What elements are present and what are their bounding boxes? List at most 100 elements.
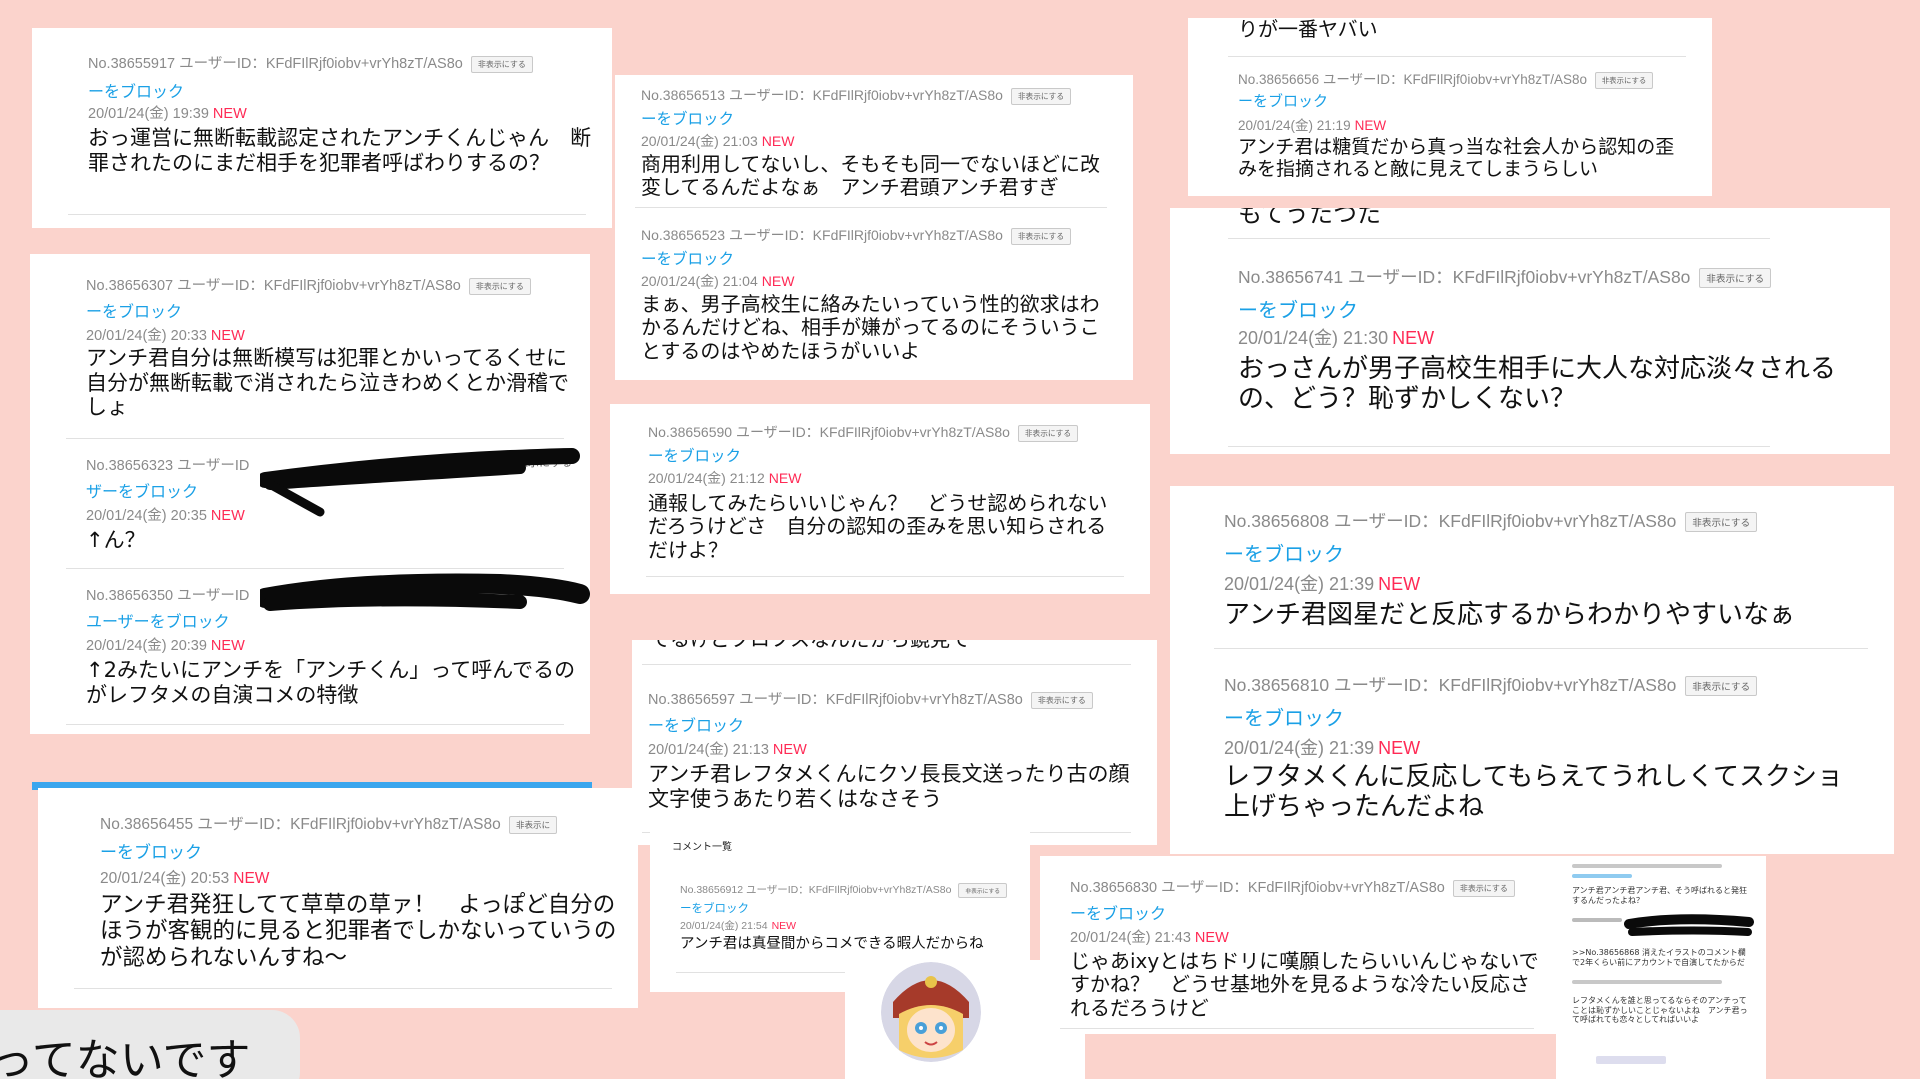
- comment-meta-text: No.38656830 ユーザーID：KFdFIlRjf0iobv+vrYh8z…: [1070, 880, 1445, 896]
- hide-button[interactable]: 非表示にする: [1685, 676, 1758, 697]
- comment-meta: No.38656656 ユーザーID：KFdFIlRjf0iobv+vrYh8z…: [1238, 68, 1654, 89]
- comment-body: アンチ君自分は無断模写は犯罪とかいってるくせに自分が無断転載で消されたら泣きわめ…: [86, 346, 569, 420]
- comment-meta-text: No.38656590 ユーザーID：KFdFIlRjf0iobv+vrYh8z…: [648, 424, 1010, 440]
- hide-button[interactable]: 非表示にする: [506, 454, 572, 470]
- block-user-link[interactable]: ーをブロック: [1238, 90, 1328, 111]
- mini-comment-text: >>No.38656868 消えたイラストのコメント欄で2年くらい前にアカウント…: [1572, 948, 1746, 967]
- block-user-link[interactable]: ザーをブロック: [86, 478, 198, 502]
- block-user-link[interactable]: ーをブロック: [641, 107, 734, 129]
- comment-divider: [1060, 1028, 1534, 1029]
- comment-date-text: 20/01/24(金) 19:39: [88, 106, 209, 122]
- comment-date: 20/01/24(金) 20:39 NEW: [86, 634, 245, 655]
- new-badge: NEW: [233, 870, 270, 887]
- comment-meta-text: No.38656810 ユーザーID：KFdFIlRjf0iobv+vrYh8z…: [1224, 675, 1677, 695]
- comment-meta-text: No.38656597 ユーザーID：KFdFIlRjf0iobv+vrYh8z…: [648, 692, 1023, 708]
- comment-divider: [74, 988, 612, 989]
- chat-bubble: ってないです: [0, 1010, 300, 1079]
- comment-card-e: No.38656590 ユーザーID：KFdFIlRjf0iobv+vrYh8z…: [610, 404, 1150, 594]
- avatar-illustration: [881, 962, 981, 1062]
- redaction-scribble: [1624, 914, 1754, 936]
- block-user-link[interactable]: ーをブロック: [680, 900, 749, 916]
- comment-meta: No.38656590 ユーザーID：KFdFIlRjf0iobv+vrYh8z…: [648, 422, 1079, 442]
- hide-button[interactable]: 非表示にする: [1594, 71, 1654, 89]
- new-badge: NEW: [761, 133, 795, 149]
- comment-body: ↑2みたいにアンチを「アンチくん」って呼んでるのがレフタメの自演コメの特徴: [86, 658, 576, 707]
- comment-meta-text: No.38656307 ユーザーID：KFdFIlRjf0iobv+vrYh8z…: [86, 278, 461, 294]
- new-badge: NEW: [1378, 738, 1421, 758]
- new-badge: NEW: [1392, 328, 1435, 348]
- comment-date: 20/01/24(金) 21:03 NEW: [641, 131, 794, 151]
- comment-date: 20/01/24(金) 19:39 NEW: [88, 102, 247, 123]
- comment-body: レフタメくんに反応してもらえてうれしくてスクショ上げちゃったんだよね: [1224, 762, 1844, 823]
- new-badge: NEW: [212, 106, 247, 122]
- comment-meta-text: No.38656455 ユーザーID：KFdFIlRjf0iobv+vrYh8z…: [100, 816, 501, 833]
- new-badge: NEW: [761, 273, 795, 289]
- comment-body: アンチ君発狂してて草草の草ァ！ よっぽど自分のほうが客観的に見ると犯罪者でしかな…: [100, 892, 617, 971]
- block-user-link[interactable]: ーをブロック: [100, 838, 202, 863]
- comment-meta: No.38656808 ユーザーID：KFdFIlRjf0iobv+vrYh8z…: [1224, 508, 1758, 533]
- mini-meta: [1572, 918, 1622, 922]
- comment-meta: No.38656350 ユーザーID: [86, 584, 249, 605]
- new-badge: NEW: [210, 328, 245, 344]
- hide-button[interactable]: 非表示にする: [1699, 268, 1772, 289]
- comment-body: 通報してみたらいいじゃん？ どうせ認められないだろうけどさ 自分の認知の歪みを思…: [648, 491, 1108, 562]
- hide-button[interactable]: 非表示にする: [1030, 691, 1093, 709]
- comment-divider: [1214, 648, 1868, 649]
- comment-date: 20/01/24(金) 21:43 NEW: [1070, 926, 1229, 947]
- comment-meta: No.38656741 ユーザーID：KFdFIlRjf0iobv+vrYh8z…: [1238, 264, 1772, 289]
- block-user-link[interactable]: ーをブロック: [1224, 538, 1344, 567]
- block-user-link[interactable]: ーをブロック: [1238, 294, 1358, 323]
- new-badge: NEW: [210, 638, 245, 654]
- comment-meta-text: No.38656808 ユーザーID：KFdFIlRjf0iobv+vrYh8z…: [1224, 511, 1677, 531]
- comment-date-text: 20/01/24(金) 21:19: [1238, 118, 1351, 133]
- comment-date: 20/01/24(金) 21:39 NEW: [1224, 570, 1420, 596]
- comment-meta: No.38656523 ユーザーID：KFdFIlRjf0iobv+vrYh8z…: [641, 225, 1072, 245]
- comment-date-text: 20/01/24(金) 21:39: [1224, 574, 1375, 594]
- comment-body: おっさんが男子高校生相手に大人な対応淡々されるの、どう？恥ずかしくない？: [1238, 354, 1837, 415]
- comment-meta-text: No.38656912 ユーザーID：KFdFIlRjf0iobv+vrYh8z…: [680, 884, 952, 896]
- hide-button[interactable]: 非表示にする: [468, 277, 531, 295]
- comment-card-d: No.38656513 ユーザーID：KFdFIlRjf0iobv+vrYh8z…: [615, 75, 1133, 380]
- comment-meta-text: No.38656656 ユーザーID：KFdFIlRjf0iobv+vrYh8z…: [1238, 72, 1588, 87]
- block-user-link[interactable]: ユーザーをブロック: [86, 608, 230, 632]
- redaction-scribble: [260, 573, 590, 611]
- block-user-link[interactable]: ーをブロック: [1224, 702, 1344, 731]
- hide-button[interactable]: 非表示にする: [1010, 87, 1072, 105]
- comment-date-text: 20/01/24(金) 21:13: [648, 742, 769, 758]
- block-user-link[interactable]: ーをブロック: [641, 247, 734, 269]
- comment-body: アンチ君レフタメくんにクソ長長文送ったり古の顔文字使うあたり若くはなさそう: [648, 762, 1130, 811]
- block-user-link[interactable]: ーをブロック: [88, 78, 184, 102]
- comment-meta: No.38656455 ユーザーID：KFdFIlRjf0iobv+vrYh8z…: [100, 812, 558, 834]
- block-user-link[interactable]: ーをブロック: [648, 444, 741, 466]
- comment-date-text: 20/01/24(金) 21:12: [648, 470, 765, 486]
- comment-meta-text: No.38655917 ユーザーID：KFdFIlRjf0iobv+vrYh8z…: [88, 56, 463, 72]
- hide-button[interactable]: 非表示にする: [470, 55, 533, 73]
- comment-date-text: 20/01/24(金) 20:53: [100, 870, 230, 887]
- comment-meta: No.38656307 ユーザーID：KFdFIlRjf0iobv+vrYh8z…: [86, 274, 531, 295]
- comment-card-k: No.38656830 ユーザーID：KFdFIlRjf0iobv+vrYh8z…: [1040, 856, 1560, 1034]
- comment-divider: [1228, 446, 1770, 447]
- avatar[interactable]: [881, 962, 981, 1062]
- block-user-link[interactable]: ーをブロック: [86, 298, 182, 322]
- hide-button[interactable]: 非表示に: [509, 815, 558, 834]
- mini-button[interactable]: [1596, 1056, 1666, 1064]
- comment-date: 20/01/24(金) 21:19 NEW: [1238, 114, 1386, 134]
- comment-card-b: No.38656307 ユーザーID：KFdFIlRjf0iobv+vrYh8z…: [30, 254, 590, 734]
- comment-divider: [646, 576, 1124, 577]
- hide-button[interactable]: 非表示にする: [1452, 879, 1515, 897]
- comment-meta: No.38656830 ユーザーID：KFdFIlRjf0iobv+vrYh8z…: [1070, 876, 1515, 897]
- comment-meta-text: No.38656350 ユーザーID: [86, 588, 250, 604]
- block-user-link[interactable]: ーをブロック: [648, 712, 744, 736]
- comment-date-text: 20/01/24(金) 20:39: [86, 638, 207, 654]
- comment-divider: [1228, 238, 1770, 239]
- comment-date-text: 20/01/24(金) 21:04: [641, 273, 758, 289]
- hide-button[interactable]: 非表示にする: [1010, 227, 1072, 245]
- hide-button[interactable]: 非表示にする: [1685, 512, 1758, 533]
- hide-button[interactable]: 非表示にする: [958, 882, 1008, 898]
- comment-date: 20/01/24(金) 21:04 NEW: [641, 271, 794, 291]
- hide-button[interactable]: 非表示にする: [1017, 424, 1079, 442]
- comment-date: 20/01/24(金) 20:35 NEW: [86, 504, 245, 525]
- comment-card-i: もてうたつた No.38656741 ユーザーID：KFdFIlRjf0iobv…: [1170, 208, 1890, 454]
- comment-card-h: りが一番ヤバい No.38656656 ユーザーID：KFdFIlRjf0iob…: [1188, 18, 1712, 196]
- block-user-link[interactable]: ーをブロック: [1070, 900, 1166, 924]
